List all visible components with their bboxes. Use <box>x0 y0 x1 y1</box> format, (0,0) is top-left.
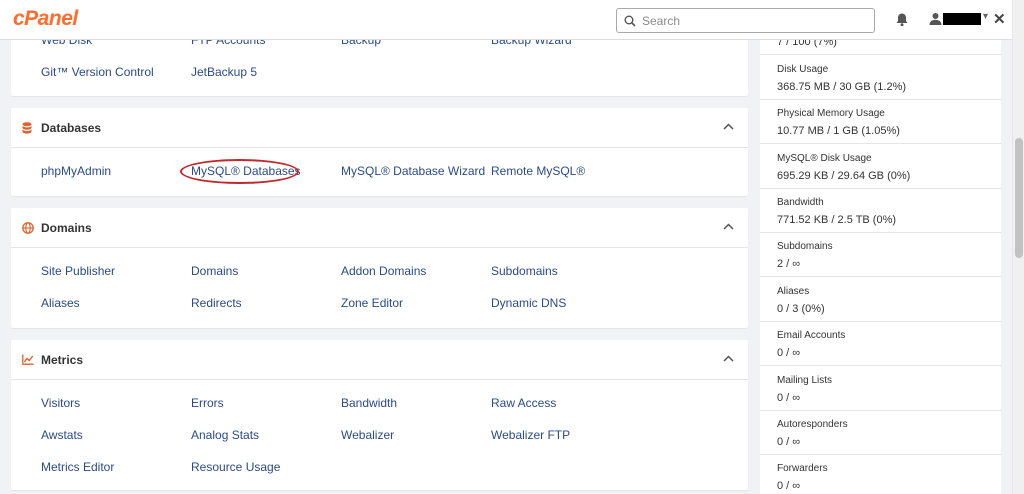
metrics-panel-header[interactable]: Metrics <box>11 340 748 380</box>
stat-label: Subdomains <box>777 241 833 252</box>
close-icon[interactable]: ✕ <box>993 10 1006 28</box>
stat-value: 0 / ∞ <box>777 392 801 404</box>
databases-panel: Databases phpMyAdmin MySQL® Databases My… <box>11 108 748 196</box>
metrics-title: Metrics <box>41 353 84 367</box>
stat-value: 368.75 MB / 30 GB (1.2%) <box>777 81 907 93</box>
stat-label: Bandwidth <box>777 197 824 208</box>
user-icon[interactable] <box>929 12 942 25</box>
zone-editor-link[interactable]: Zone Editor <box>341 296 403 310</box>
stat-row: Email Accounts 0 / ∞ <box>760 322 1001 366</box>
stat-row: Bandwidth 771.52 KB / 2.5 TB (0%) <box>760 189 1001 233</box>
search-input[interactable] <box>642 11 867 30</box>
stat-label: Disk Usage <box>777 64 829 75</box>
scrollbar-thumb[interactable] <box>1015 138 1023 258</box>
domains-panel-header[interactable]: Domains <box>11 208 748 248</box>
stat-label: Mailing Lists <box>777 375 833 386</box>
databases-panel-header[interactable]: Databases <box>11 108 748 148</box>
stat-value: 10.77 MB / 1 GB (1.05%) <box>777 125 900 137</box>
stat-row: Aliases 0 / 3 (0%) <box>760 278 1001 322</box>
chevron-up-icon[interactable] <box>723 123 734 130</box>
aliases-link[interactable]: Aliases <box>41 296 80 310</box>
cpanel-logo[interactable]: cPanel <box>13 7 78 31</box>
globe-icon <box>22 222 34 234</box>
user-name[interactable]: user <box>943 13 981 25</box>
subdomains-link[interactable]: Subdomains <box>491 264 558 278</box>
stat-label: Aliases <box>777 286 810 297</box>
bandwidth-link[interactable]: Bandwidth <box>341 396 397 410</box>
raw-access-link[interactable]: Raw Access <box>491 396 556 410</box>
stat-value: 0 / ∞ <box>777 480 801 492</box>
dynamic-dns-link[interactable]: Dynamic DNS <box>491 296 566 310</box>
stat-value: 0 / 3 (0%) <box>777 303 825 315</box>
top-header: cPanel user ▾ ✕ <box>0 0 1012 40</box>
tool-link[interactable]: Git™ Version Control <box>41 65 154 79</box>
remote-mysql-link[interactable]: Remote MySQL® <box>491 164 585 178</box>
stat-label: MySQL® Disk Usage <box>777 153 872 164</box>
redirects-link[interactable]: Redirects <box>191 296 242 310</box>
stat-value: 0 / ∞ <box>777 436 801 448</box>
stat-value: 695.29 KB / 29.64 GB (0%) <box>777 170 911 182</box>
mysql-databases-link[interactable]: MySQL® Databases <box>191 164 301 178</box>
stat-label: Physical Memory Usage <box>777 108 885 119</box>
search-icon <box>624 15 636 27</box>
domains-link[interactable]: Domains <box>191 264 238 278</box>
stat-value: 2 / ∞ <box>777 258 801 270</box>
stat-row: Forwarders 0 / ∞ <box>760 455 1001 494</box>
awstats-link[interactable]: Awstats <box>41 428 83 442</box>
stat-row: Subdomains 2 / ∞ <box>760 233 1001 277</box>
mysql-database-wizard-link[interactable]: MySQL® Database Wizard <box>341 164 485 178</box>
search-box[interactable] <box>616 8 875 33</box>
visitors-link[interactable]: Visitors <box>41 396 80 410</box>
domains-panel: Domains Site Publisher Domains Addon Dom… <box>11 208 748 328</box>
errors-link[interactable]: Errors <box>191 396 224 410</box>
stat-label: Autoresponders <box>777 419 848 430</box>
stat-row: Mailing Lists 0 / ∞ <box>760 367 1001 411</box>
stat-label: Forwarders <box>777 463 828 474</box>
chevron-up-icon[interactable] <box>723 355 734 362</box>
resource-usage-link[interactable]: Resource Usage <box>191 460 280 474</box>
databases-title: Databases <box>41 121 102 135</box>
statistics-sidebar: 7 / 100 (7%) Disk Usage 368.75 MB / 30 G… <box>760 30 1001 494</box>
metrics-editor-link[interactable]: Metrics Editor <box>41 460 114 474</box>
webalizer-ftp-link[interactable]: Webalizer FTP <box>491 428 570 442</box>
phpmyadmin-link[interactable]: phpMyAdmin <box>41 164 111 178</box>
webalizer-link[interactable]: Webalizer <box>341 428 394 442</box>
stat-row: Physical Memory Usage 10.77 MB / 1 GB (1… <box>760 100 1001 144</box>
domains-title: Domains <box>41 221 92 235</box>
user-menu-caret-icon[interactable]: ▾ <box>983 11 988 22</box>
addon-domains-link[interactable]: Addon Domains <box>341 264 426 278</box>
site-publisher-link[interactable]: Site Publisher <box>41 264 115 278</box>
notifications-bell-icon[interactable] <box>895 12 909 27</box>
stat-row: Disk Usage 368.75 MB / 30 GB (1.2%) <box>760 56 1001 100</box>
stat-row: Autoresponders 0 / ∞ <box>760 411 1001 455</box>
chart-icon <box>22 354 34 365</box>
stat-row: MySQL® Disk Usage 695.29 KB / 29.64 GB (… <box>760 145 1001 189</box>
analog-stats-link[interactable]: Analog Stats <box>191 428 259 442</box>
stat-value: 771.52 KB / 2.5 TB (0%) <box>777 214 897 226</box>
stat-value: 0 / ∞ <box>777 347 801 359</box>
stat-label: Email Accounts <box>777 330 846 341</box>
chevron-up-icon[interactable] <box>723 223 734 230</box>
page-scrollbar[interactable] <box>1012 0 1024 494</box>
database-icon <box>22 122 32 134</box>
metrics-panel: Metrics Visitors Errors Bandwidth Raw Ac… <box>11 340 748 490</box>
tool-link[interactable]: JetBackup 5 <box>191 65 257 79</box>
